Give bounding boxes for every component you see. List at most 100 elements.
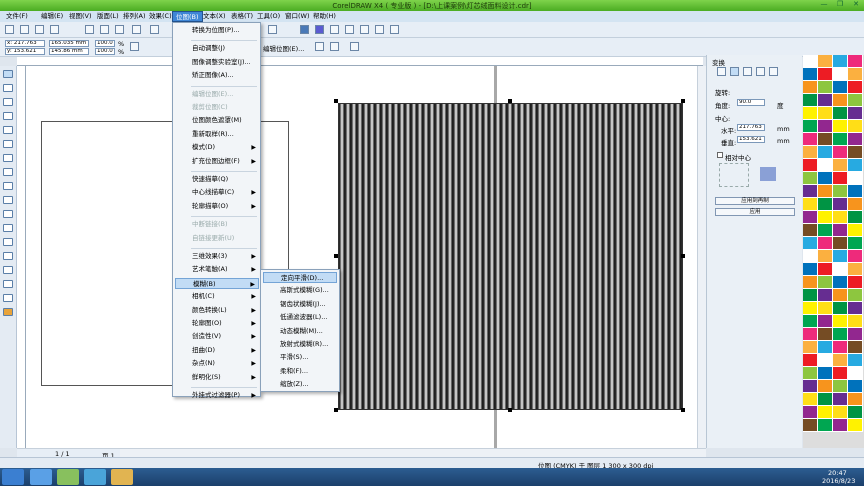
- color-swatch[interactable]: [818, 185, 833, 198]
- bitmaps-menu-item[interactable]: 轮廓描摹(O) ▶: [175, 201, 259, 212]
- selection-handle[interactable]: [508, 408, 512, 412]
- bitmaps-menu-item[interactable]: 重新取样(R)...: [175, 129, 259, 140]
- menu-bitmaps[interactable]: 位图(B): [172, 11, 203, 22]
- bitmaps-menu-item[interactable]: 矫正图像(A)...: [175, 70, 259, 81]
- table-tool-icon[interactable]: [3, 224, 13, 232]
- bitmaps-menu-item[interactable]: 快速描摹(Q): [175, 174, 259, 185]
- color-swatch[interactable]: [803, 354, 818, 367]
- menu-table[interactable]: 表格(T): [228, 11, 256, 22]
- bitmaps-menu-item[interactable]: 模糊(B) ▶: [175, 277, 259, 289]
- height-field[interactable]: 145.86 mm: [49, 48, 89, 55]
- bitmaps-menu-item[interactable]: 轮廓图(O) ▶: [175, 318, 259, 329]
- outline-tool-icon[interactable]: [3, 294, 13, 302]
- shape-tool-icon[interactable]: [3, 84, 13, 92]
- publish-pdf-icon[interactable]: [390, 25, 399, 34]
- color-swatch[interactable]: [803, 94, 818, 107]
- blur-submenu-item[interactable]: 放射式模糊(R)...: [263, 339, 337, 350]
- y-position-field[interactable]: y: 153.621 mm: [5, 48, 45, 55]
- corduroy-bitmap[interactable]: [338, 103, 683, 410]
- color-swatch[interactable]: [833, 276, 848, 289]
- apply-button[interactable]: 应用: [715, 208, 795, 216]
- color-swatch[interactable]: [848, 146, 863, 159]
- color-swatch[interactable]: [848, 172, 863, 185]
- color-swatch[interactable]: [833, 224, 848, 237]
- color-swatch[interactable]: [848, 120, 863, 133]
- menu-arrange[interactable]: 排列(A): [120, 11, 149, 22]
- open-icon[interactable]: [20, 25, 29, 34]
- color-swatch[interactable]: [833, 367, 848, 380]
- color-swatch[interactable]: [803, 263, 818, 276]
- color-swatch[interactable]: [848, 315, 863, 328]
- color-swatch[interactable]: [833, 172, 848, 185]
- color-swatch[interactable]: [848, 393, 863, 406]
- color-swatch[interactable]: [803, 276, 818, 289]
- color-swatch[interactable]: [818, 380, 833, 393]
- interactive-blend-tool-icon[interactable]: [3, 266, 13, 274]
- color-swatch[interactable]: [848, 185, 863, 198]
- selection-handle[interactable]: [334, 99, 338, 103]
- pick-tool-icon[interactable]: [3, 70, 13, 78]
- print-icon[interactable]: [50, 25, 59, 34]
- color-swatch[interactable]: [833, 263, 848, 276]
- color-swatch[interactable]: [803, 289, 818, 302]
- color-swatch[interactable]: [803, 393, 818, 406]
- color-swatch[interactable]: [803, 237, 818, 250]
- rotate-tab-icon[interactable]: [730, 67, 739, 76]
- to-front-icon[interactable]: [350, 42, 359, 51]
- bitmaps-menu-item[interactable]: 中心线描摹(C) ▶: [175, 187, 259, 198]
- relative-center-checkbox[interactable]: [717, 152, 723, 158]
- color-swatch[interactable]: [803, 81, 818, 94]
- color-swatch[interactable]: [848, 367, 863, 380]
- color-swatch[interactable]: [848, 328, 863, 341]
- menu-effects[interactable]: 效果(C): [146, 11, 175, 22]
- blur-submenu-item[interactable]: 平滑(S)...: [263, 352, 337, 363]
- color-swatch[interactable]: [803, 185, 818, 198]
- color-swatch[interactable]: [848, 380, 863, 393]
- bitmaps-menu-item[interactable]: 扭曲(D) ▶: [175, 345, 259, 356]
- selection-handle[interactable]: [681, 408, 685, 412]
- bitmaps-menu-item[interactable]: 转换为位图(P)...: [175, 25, 259, 36]
- restore-button[interactable]: ❐: [832, 0, 848, 10]
- scale-width-field[interactable]: 100.0: [95, 40, 115, 47]
- bitmaps-menu-item[interactable]: 外挂式过滤器(P) ▶: [175, 390, 259, 401]
- scale-tab-icon[interactable]: [743, 67, 752, 76]
- trace-bitmap-icon[interactable]: [315, 42, 324, 51]
- save-icon[interactable]: [35, 25, 44, 34]
- color-swatch[interactable]: [833, 380, 848, 393]
- color-swatch[interactable]: [848, 159, 863, 172]
- ellipse-tool-icon[interactable]: [3, 168, 13, 176]
- color-swatch[interactable]: [818, 276, 833, 289]
- color-swatch[interactable]: [818, 406, 833, 419]
- menu-layout[interactable]: 版面(L): [94, 11, 122, 22]
- color-swatch[interactable]: [848, 81, 863, 94]
- apply-to-duplicate-button[interactable]: 应用到再制: [715, 197, 795, 205]
- corel-online-icon[interactable]: [300, 25, 309, 34]
- angle-field[interactable]: 90.0: [737, 99, 765, 106]
- color-swatch[interactable]: [833, 211, 848, 224]
- color-swatch[interactable]: [833, 315, 848, 328]
- blur-submenu-item[interactable]: 动态模糊(M)...: [263, 326, 337, 337]
- menu-help[interactable]: 帮助(H): [310, 11, 339, 22]
- color-swatch[interactable]: [848, 133, 863, 146]
- smart-fill-tool-icon[interactable]: [3, 140, 13, 148]
- color-swatch[interactable]: [803, 224, 818, 237]
- zoom-tool-icon[interactable]: [3, 112, 13, 120]
- blur-submenu-item[interactable]: 定向平滑(D)...: [263, 272, 337, 283]
- color-swatch[interactable]: [818, 224, 833, 237]
- color-swatch[interactable]: [833, 55, 848, 68]
- color-swatch[interactable]: [833, 289, 848, 302]
- color-swatch[interactable]: [818, 354, 833, 367]
- color-swatch[interactable]: [848, 224, 863, 237]
- blur-submenu-item[interactable]: 锯齿状模糊(J)...: [263, 299, 337, 310]
- wrap-text-icon[interactable]: [330, 42, 339, 51]
- minimize-button[interactable]: —: [816, 0, 832, 10]
- width-field[interactable]: 165.035 mm: [49, 40, 89, 47]
- bitmaps-menu-item[interactable]: 创造性(V) ▶: [175, 331, 259, 342]
- menu-view[interactable]: 视图(V): [66, 11, 95, 22]
- color-swatch[interactable]: [803, 367, 818, 380]
- color-swatch[interactable]: [818, 328, 833, 341]
- application-launcher-icon[interactable]: [345, 25, 354, 34]
- color-swatch[interactable]: [818, 211, 833, 224]
- color-swatch[interactable]: [818, 367, 833, 380]
- color-swatch[interactable]: [833, 302, 848, 315]
